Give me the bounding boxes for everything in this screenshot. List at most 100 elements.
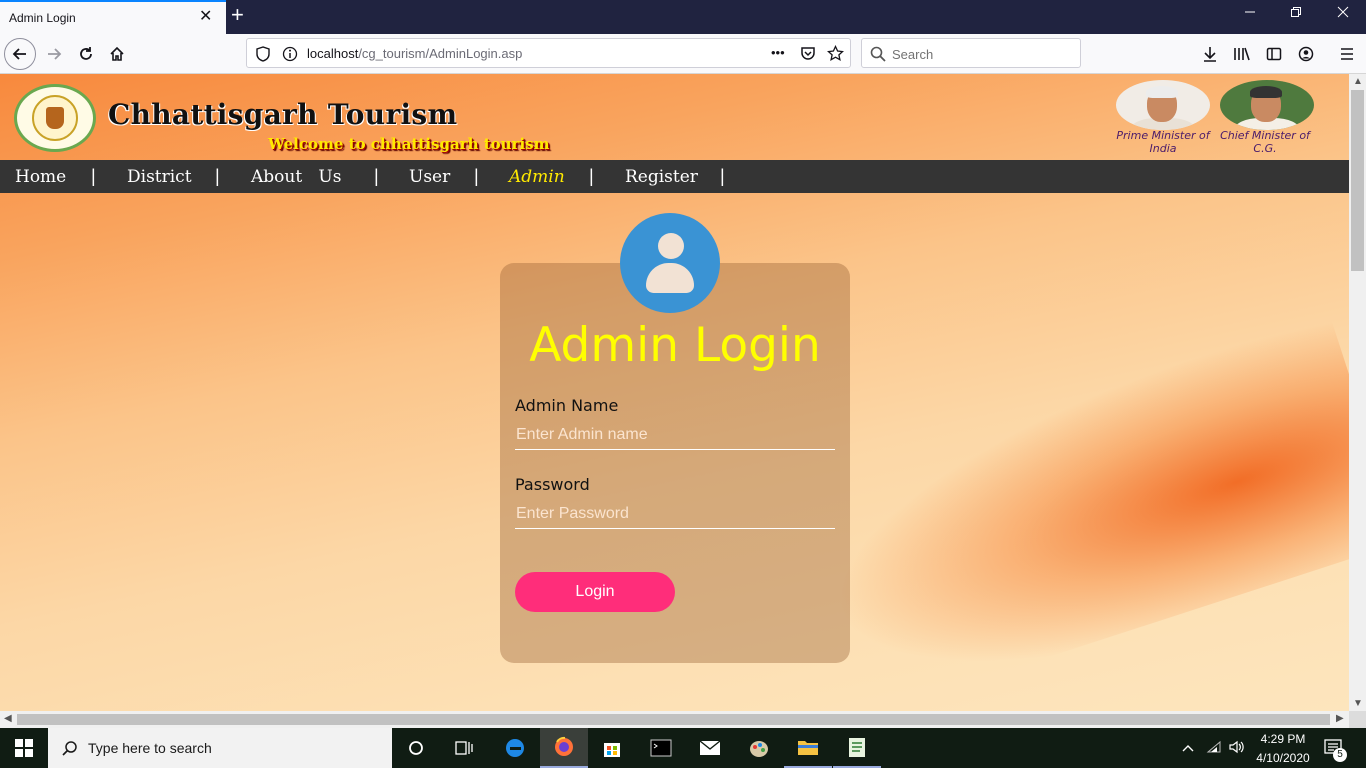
task-view-icon xyxy=(455,741,473,755)
new-tab-button[interactable]: + xyxy=(231,4,244,26)
horizontal-scroll-thumb[interactable] xyxy=(17,714,1330,725)
url-host: localhost xyxy=(307,46,359,61)
pm-portrait xyxy=(1116,80,1210,130)
edge-taskbar-icon[interactable] xyxy=(491,728,539,768)
mail-taskbar-icon[interactable] xyxy=(686,728,734,768)
user-avatar-icon xyxy=(620,213,720,313)
scrollbar-corner xyxy=(1349,711,1366,728)
lion-capital-icon xyxy=(46,107,64,129)
scroll-right-icon[interactable]: ▶ xyxy=(1336,714,1344,724)
clock-time: 4:29 PM xyxy=(1260,732,1306,746)
browser-tab-strip: Admin Login ✕ + xyxy=(0,0,1366,34)
bookmark-star-icon[interactable] xyxy=(827,45,844,62)
file-explorer-taskbar-icon[interactable] xyxy=(784,728,832,768)
account-icon xyxy=(1298,46,1314,62)
scroll-up-icon[interactable]: ▲ xyxy=(1353,77,1363,87)
site-header: Chhattisgarh Tourism Welcome to chhattis… xyxy=(0,74,1349,160)
hamburger-icon xyxy=(1341,48,1353,60)
clock[interactable]: 4:29 PM 4/10/2020 xyxy=(1252,731,1314,766)
info-icon[interactable] xyxy=(282,46,298,62)
home-button[interactable] xyxy=(101,38,133,70)
tab-title: Admin Login xyxy=(9,11,76,25)
restore-icon[interactable] xyxy=(1290,6,1302,22)
nav-separator: | xyxy=(215,166,220,186)
windows-taskbar: Type here to search 4:29 PM 4/10/2020 5 xyxy=(0,728,1366,768)
scroll-down-icon[interactable]: ▼ xyxy=(1353,699,1363,709)
library-icon xyxy=(1234,47,1250,61)
nav-separator: | xyxy=(589,166,594,186)
welcome-text: Welcome to chhattisgarh tourism xyxy=(268,135,550,153)
task-view-button[interactable] xyxy=(440,728,488,768)
shield-icon[interactable] xyxy=(256,46,270,62)
firefox-taskbar-icon[interactable] xyxy=(540,728,588,768)
notepad-icon xyxy=(849,738,865,757)
site-title: Chhattisgarh Tourism xyxy=(108,98,458,131)
terminal-taskbar-icon[interactable] xyxy=(637,728,685,768)
downloads-button[interactable] xyxy=(1194,38,1226,70)
sidebar-button[interactable] xyxy=(1258,38,1290,70)
url-text: localhost/cg_tourism/AdminLogin.asp xyxy=(307,46,522,61)
nav-separator: | xyxy=(91,166,96,186)
login-button[interactable]: Login xyxy=(515,572,675,612)
account-button[interactable] xyxy=(1290,38,1322,70)
notification-count-badge: 5 xyxy=(1333,748,1347,762)
menu-button[interactable] xyxy=(1331,38,1363,70)
cm-caption: Chief Minister of C.G. xyxy=(1220,129,1310,155)
notepad-taskbar-icon[interactable] xyxy=(833,728,881,768)
government-emblem-logo xyxy=(14,84,96,152)
terminal-icon xyxy=(650,739,672,757)
cortana-circle-icon xyxy=(409,741,423,755)
nav-admin[interactable]: Admin xyxy=(509,167,565,187)
wifi-icon[interactable] xyxy=(1206,740,1222,759)
edge-icon xyxy=(506,739,524,757)
scroll-left-icon[interactable]: ◀ xyxy=(4,714,12,724)
start-button[interactable] xyxy=(0,728,48,768)
clock-date: 4/10/2020 xyxy=(1256,751,1310,765)
search-icon xyxy=(870,46,886,62)
cortana-button[interactable] xyxy=(392,728,440,768)
login-title: Admin Login xyxy=(529,318,821,373)
nav-user[interactable]: User xyxy=(409,167,450,187)
library-button[interactable] xyxy=(1226,38,1258,70)
reload-icon xyxy=(80,47,92,60)
minimize-icon[interactable] xyxy=(1244,6,1256,22)
nav-separator: | xyxy=(720,166,725,186)
page-actions-icon[interactable]: ••• xyxy=(771,45,785,60)
pocket-icon[interactable] xyxy=(800,45,816,61)
paint-taskbar-icon[interactable] xyxy=(735,728,783,768)
back-button[interactable] xyxy=(4,38,36,70)
nav-about-us[interactable]: About Us xyxy=(251,167,341,187)
folder-icon xyxy=(798,741,818,755)
emblem-seal xyxy=(32,95,78,141)
home-icon xyxy=(110,46,124,61)
close-window-icon[interactable] xyxy=(1337,6,1349,22)
tray-chevron-up-icon[interactable] xyxy=(1182,740,1194,758)
close-tab-icon[interactable]: ✕ xyxy=(199,9,212,25)
pm-caption: Prime Minister of India xyxy=(1116,129,1210,155)
password-label: Password xyxy=(515,475,590,494)
site-navbar: Home | District | About Us | User | Admi… xyxy=(0,160,1349,193)
nav-district[interactable]: District xyxy=(127,167,192,187)
vertical-scroll-thumb[interactable] xyxy=(1351,90,1364,271)
url-bar[interactable]: localhost/cg_tourism/AdminLogin.asp ••• xyxy=(246,38,851,68)
nav-separator: | xyxy=(474,166,479,186)
url-path: /cg_tourism/AdminLogin.asp xyxy=(358,46,523,61)
admin-name-input[interactable] xyxy=(515,420,835,450)
search-icon xyxy=(62,741,77,756)
admin-name-label: Admin Name xyxy=(515,396,619,415)
nav-home[interactable]: Home xyxy=(15,167,66,187)
download-icon xyxy=(1204,47,1216,62)
taskbar-search-box[interactable]: Type here to search xyxy=(48,728,392,768)
cm-portrait xyxy=(1220,80,1314,130)
store-icon xyxy=(604,743,620,757)
password-input[interactable] xyxy=(515,499,835,529)
forward-button[interactable] xyxy=(38,38,70,70)
browser-tab[interactable]: Admin Login ✕ xyxy=(0,0,226,34)
volume-icon[interactable] xyxy=(1228,739,1246,760)
store-taskbar-icon[interactable] xyxy=(588,728,636,768)
arrow-left-icon xyxy=(12,48,26,60)
search-input[interactable]: Search xyxy=(861,38,1081,68)
firefox-icon xyxy=(555,736,573,756)
nav-register[interactable]: Register xyxy=(625,167,698,187)
reload-button[interactable] xyxy=(70,38,102,70)
